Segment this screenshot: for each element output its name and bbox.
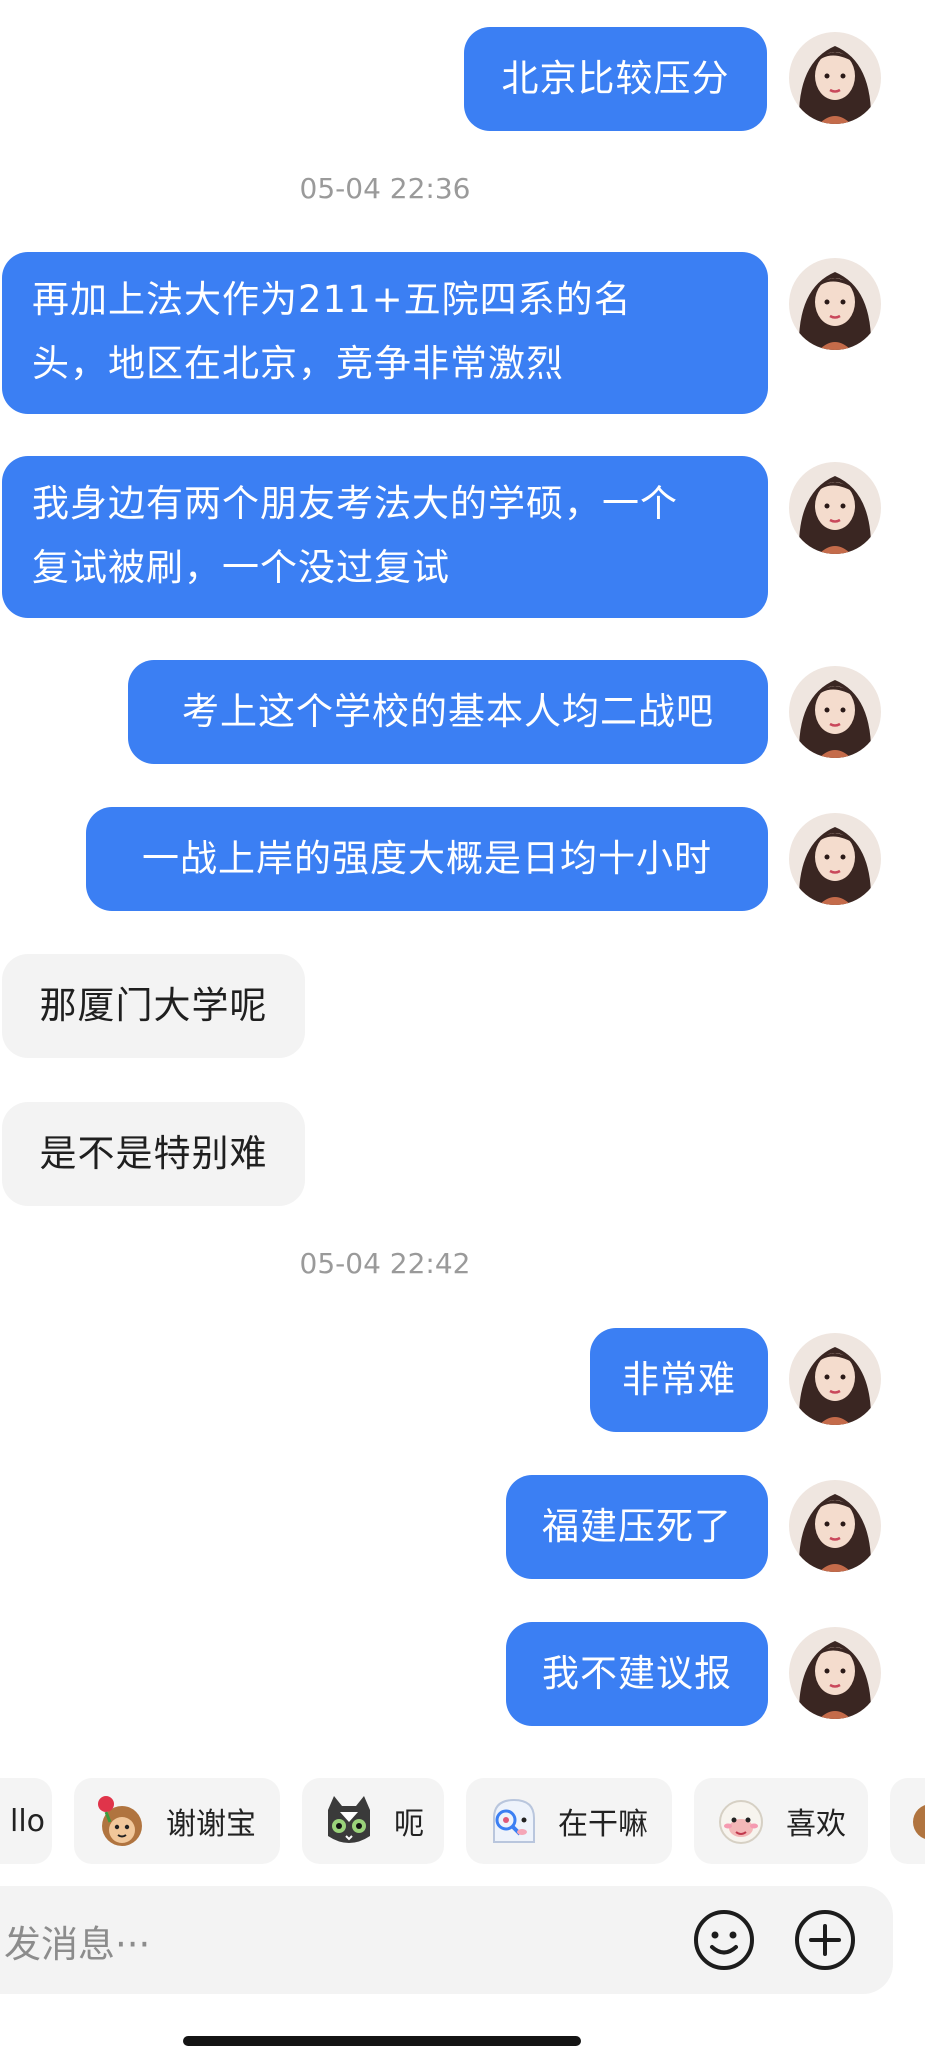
sheep-sticker-icon [719, 1800, 763, 1844]
message-bubble[interactable]: 一战上岸的强度大概是日均十小时 [86, 807, 768, 911]
message-input[interactable]: 发消息··· [4, 1914, 150, 1968]
quick-reply-chip[interactable]: 喜欢 [694, 1778, 868, 1864]
quick-reply-label: 呃 [394, 1807, 424, 1842]
message-bubble[interactable]: 北京比较压分 [464, 27, 767, 131]
message-bubble[interactable]: 是不是特别难 [2, 1102, 305, 1206]
message-bubble[interactable]: 考上这个学校的基本人均二战吧 [128, 660, 768, 764]
avatar[interactable] [789, 462, 881, 554]
avatar-portrait-icon [789, 258, 881, 350]
avatar[interactable] [789, 1627, 881, 1719]
message-timestamp: 05-04 22:36 [299, 172, 471, 205]
avatar[interactable] [789, 1480, 881, 1572]
avatar-portrait-icon [789, 1627, 881, 1719]
message-bubble[interactable]: 那厦门大学呢 [2, 954, 305, 1058]
plus-circle-icon[interactable] [793, 1908, 857, 1972]
ghost-magnifier-sticker-icon [493, 1798, 535, 1843]
message-bubble[interactable]: 我不建议报 [506, 1622, 768, 1726]
message-line: 再加上法大作为211+五院四系的名 [32, 278, 632, 321]
quick-reply-label: llo [10, 1803, 46, 1839]
quick-reply-label: 喜欢 [786, 1807, 846, 1842]
quick-reply-label: 谢谢宝 [166, 1807, 256, 1842]
avatar[interactable] [789, 258, 881, 350]
message-line: 头，地区在北京，竞争非常激烈 [32, 342, 564, 385]
avatar-portrait-icon [789, 462, 881, 554]
quick-reply-bar[interactable]: llo 谢谢宝 呃 在干嘛 喜欢 [0, 1778, 925, 1864]
avatar-portrait-icon [789, 1480, 881, 1572]
quick-reply-chip[interactable] [890, 1778, 925, 1864]
monkey-rose-sticker-icon [98, 1796, 142, 1846]
cat-sticker-icon [328, 1796, 370, 1843]
message-line: 复试被刷，一个没过复试 [32, 546, 450, 589]
quick-reply-chip[interactable]: 呃 [302, 1778, 444, 1864]
smiley-icon[interactable] [692, 1908, 756, 1972]
avatar[interactable] [789, 813, 881, 905]
quick-reply-chip[interactable]: llo [0, 1778, 52, 1864]
avatar[interactable] [789, 32, 881, 124]
chat-history[interactable]: 北京比较压分 05-04 22:36 再加上法大作为211+五院四系的名 头，地… [0, 0, 925, 1770]
message-line: 我身边有两个朋友考法大的学硕，一个 [32, 482, 678, 525]
home-indicator [183, 2036, 581, 2046]
avatar[interactable] [789, 666, 881, 758]
quick-reply-chip[interactable]: 谢谢宝 [74, 1778, 280, 1864]
message-bubble[interactable]: 再加上法大作为211+五院四系的名 头，地区在北京，竞争非常激烈 [2, 252, 768, 414]
avatar-portrait-icon [789, 32, 881, 124]
quick-reply-chip[interactable]: 在干嘛 [466, 1778, 672, 1864]
avatar-portrait-icon [789, 813, 881, 905]
message-timestamp: 05-04 22:42 [299, 1247, 471, 1280]
message-bubble[interactable]: 福建压死了 [506, 1475, 768, 1579]
quick-reply-label: 在干嘛 [558, 1807, 648, 1842]
message-bubble[interactable]: 我身边有两个朋友考法大的学硕，一个 复试被刷，一个没过复试 [2, 456, 768, 618]
message-bubble[interactable]: 非常难 [590, 1328, 768, 1432]
message-composer[interactable]: 发消息··· [0, 1886, 893, 1994]
avatar-portrait-icon [789, 666, 881, 758]
sticker-icon [913, 1805, 925, 1839]
avatar[interactable] [789, 1333, 881, 1425]
avatar-portrait-icon [789, 1333, 881, 1425]
